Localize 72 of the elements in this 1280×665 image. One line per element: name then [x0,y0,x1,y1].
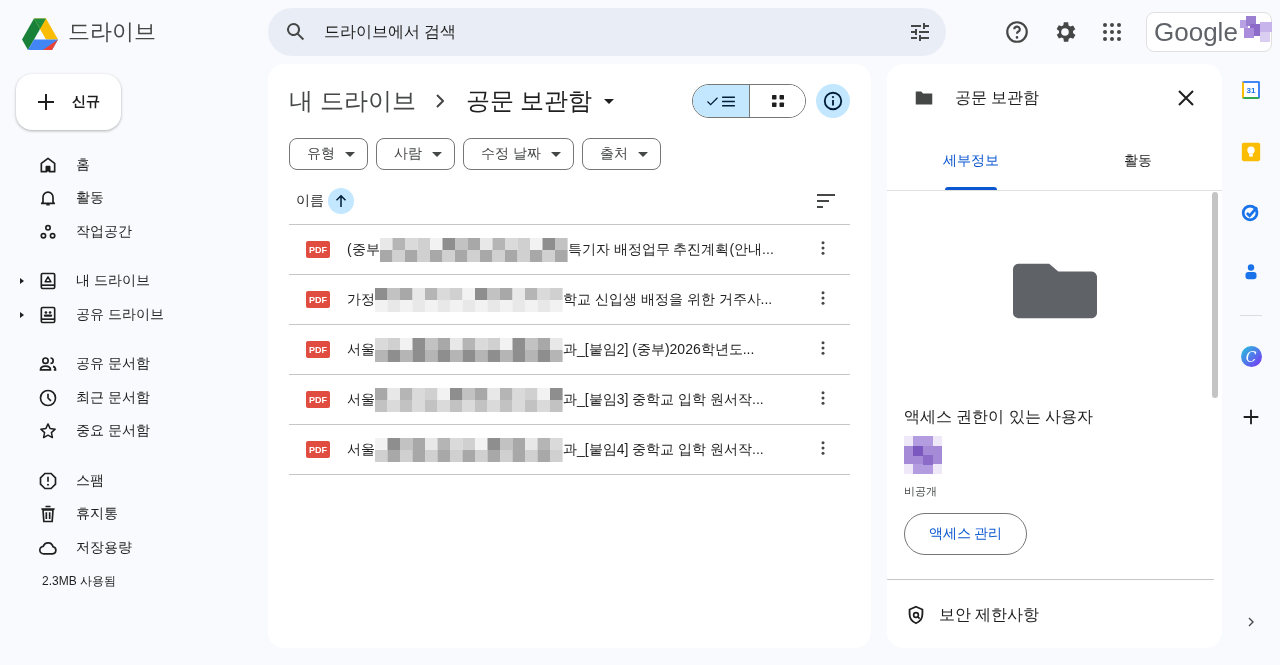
dropdown-caret-icon [637,151,648,157]
sort-direction-button[interactable] [328,188,354,214]
pdf-icon: PDF [306,241,330,258]
dropdown-caret-icon [345,151,355,157]
drive-icon [38,271,58,292]
nav-item[interactable]: 중요 문서함 [38,421,150,442]
nav-item[interactable]: 최근 문서함 [38,387,150,408]
nav-item[interactable]: 홈 [38,154,90,175]
search-field[interactable]: 드라이브에서 검색 [322,22,894,42]
search-bar[interactable]: 드라이브에서 검색 [268,8,946,56]
expand-caret-icon[interactable] [18,277,26,286]
filter-chip[interactable]: 수정 날짜 [463,138,574,170]
section-heading: 보안 제한사항 [939,604,1040,625]
pdf-icon: PDF [306,291,330,308]
nav-item[interactable]: 스팸 [38,470,104,491]
app-name: 드라이브 [68,18,156,46]
file-name[interactable]: 과_[붙임2] (중부)2026학년도... [563,340,755,359]
file-name[interactable]: 서울 [347,440,375,459]
pdf-icon: PDF [306,441,330,458]
file-name[interactable]: (중부 [347,240,380,259]
trash-icon [38,504,58,525]
nav-item[interactable]: 공유 문서함 [38,354,150,375]
file-name[interactable]: 서울 [347,390,375,409]
clock-icon [38,387,58,408]
info-icon [822,90,844,112]
chevron-right-icon [435,94,444,108]
file-name[interactable]: 가정 [347,290,375,309]
canva-app-icon[interactable]: C [1240,346,1262,367]
nav-item[interactable]: 휴지통 [38,504,118,525]
panel-tab[interactable]: 활동 [1054,132,1222,190]
storage-usage: 2.3MB 사용됨 [42,572,117,590]
bell-icon [38,188,58,209]
filter-chip[interactable]: 사람 [376,138,455,170]
nav-item[interactable]: 활동 [38,188,104,209]
file-name[interactable]: 과_[붙임3] 중학교 입학 원서작... [563,390,764,409]
file-name[interactable]: 학교 신입생 배정을 위한 거주사... [563,290,773,309]
account-button[interactable]: Google [1146,12,1272,52]
grid-view-button[interactable] [749,85,805,117]
file-name[interactable]: 특기자 배정업무 추진계획(안내... [567,240,774,259]
breadcrumb-link[interactable]: 내 드라이브 [289,85,416,117]
filter-chip[interactable]: 유형 [289,138,368,170]
column-header[interactable]: 이름 [296,192,324,210]
pdf-icon: PDF [306,341,330,358]
new-button[interactable]: 신규 [16,74,121,130]
list-view-button[interactable] [693,85,749,117]
scrollbar[interactable] [1212,192,1218,398]
dropdown-caret-icon [432,151,442,157]
file-name[interactable]: 과_[붙임4] 중학교 입학 원서작... [563,440,764,459]
nav-item[interactable]: 공유 드라이브 [38,304,164,325]
filter-chip[interactable]: 출처 [581,138,661,170]
panel-tab[interactable]: 세부정보 [887,132,1055,190]
warning-icon [38,470,58,491]
access-status: 비공개 [904,484,938,499]
nav-item[interactable]: 내 드라이브 [38,271,150,292]
manage-access-button[interactable]: 액세스 관리 [904,513,1027,555]
avatar-icon [904,436,942,474]
panel-title: 공문 보관함 [955,87,1040,108]
expand-caret-icon[interactable] [18,310,26,319]
pdf-icon: PDF [306,391,330,408]
apps-icon[interactable] [1100,20,1124,44]
dropdown-caret-icon[interactable] [604,98,615,104]
section-heading: 액세스 권한이 있는 사용자 [904,407,1095,427]
file-name[interactable]: 서울 [347,340,375,359]
details-button[interactable] [816,84,850,118]
nav-item[interactable]: 작업공간 [38,221,132,242]
help-icon[interactable] [1004,19,1030,45]
dropdown-caret-icon [550,151,561,157]
filter-options-icon[interactable] [908,20,932,44]
calendar-app-icon[interactable]: 31 [1242,81,1260,99]
shared-drive-icon [38,304,58,325]
breadcrumb-current[interactable]: 공문 보관함 [465,85,593,117]
nav-item[interactable]: 저장용량 [38,537,132,558]
